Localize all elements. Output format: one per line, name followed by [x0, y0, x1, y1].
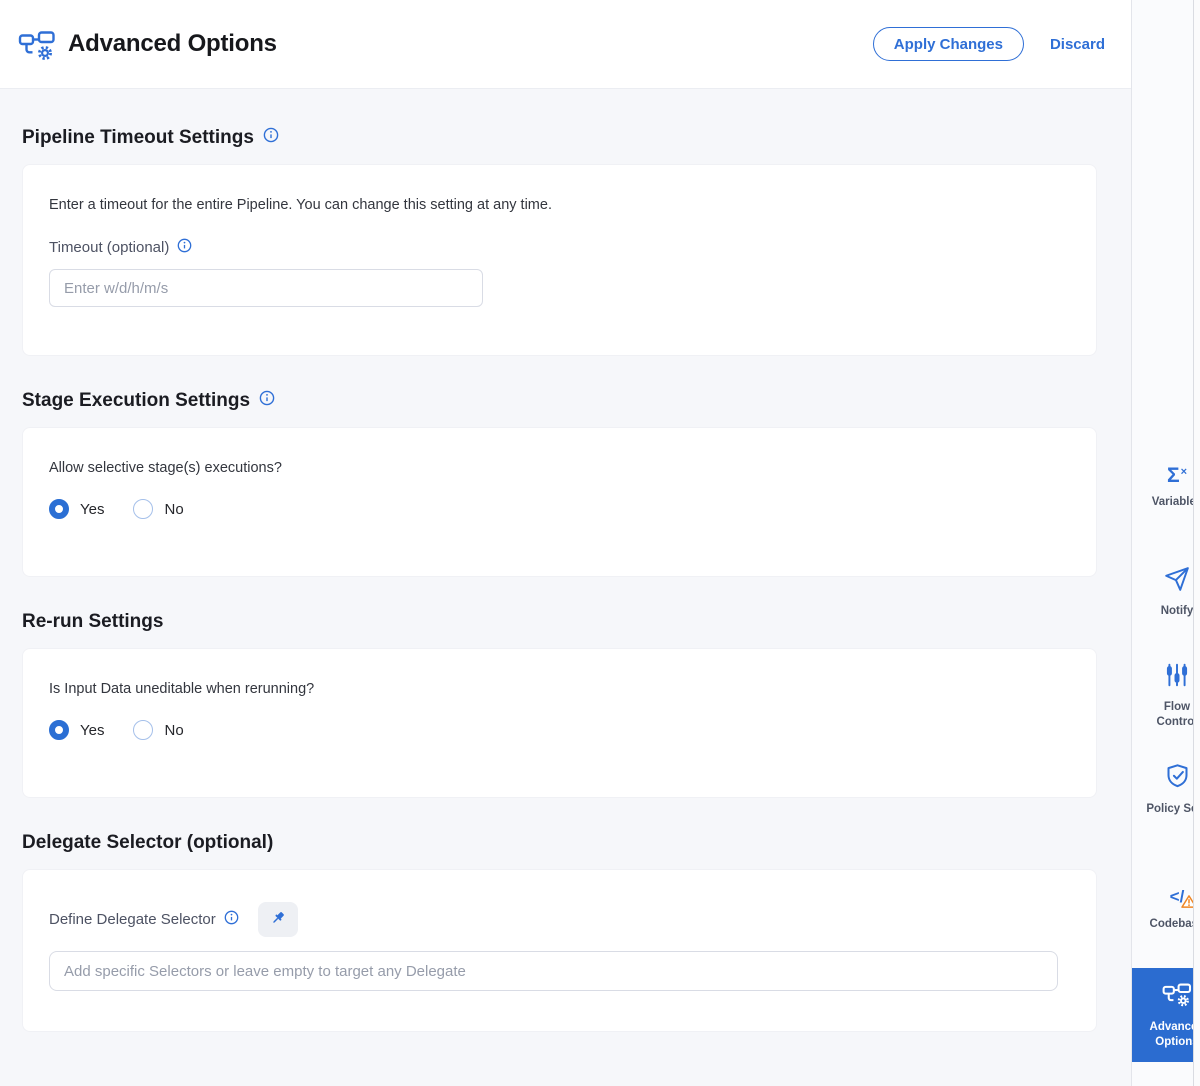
discard-button[interactable]: Discard: [1050, 36, 1105, 53]
info-icon[interactable]: [177, 238, 192, 257]
delegate-selector-input[interactable]: [49, 951, 1058, 991]
define-delegate-label: Define Delegate Selector: [49, 911, 216, 928]
pin-button[interactable]: [258, 902, 298, 937]
sidebar-item-advanced-options[interactable]: Advanced Options: [1132, 968, 1200, 1062]
rerun-radio-group: Yes No: [49, 720, 1070, 740]
radio-selected-icon[interactable]: [49, 720, 69, 740]
yes-label: Yes: [80, 501, 104, 518]
sidebar-item-label: Codebase: [1143, 917, 1200, 932]
rerun-question: Is Input Data uneditable when rerunning?: [49, 681, 1070, 697]
stage-execution-yes-option[interactable]: Yes: [49, 499, 104, 519]
radio-unselected-icon[interactable]: [133, 720, 153, 740]
rerun-heading-text: Re-run Settings: [22, 611, 163, 633]
sidebar-item-policy-sets[interactable]: Policy Sets: [1132, 762, 1200, 817]
stage-execution-radio-group: Yes No: [49, 499, 1070, 519]
stage-execution-heading-text: Stage Execution Settings: [22, 390, 250, 412]
timeout-label: Timeout (optional): [49, 239, 169, 256]
yes-label: Yes: [80, 722, 104, 739]
delegate-selector-card: Define Delegate Selector: [22, 869, 1097, 1032]
settings-content: Pipeline Timeout Settings Enter a timeou…: [0, 89, 1131, 1086]
info-icon[interactable]: [224, 910, 239, 929]
info-icon[interactable]: [263, 127, 279, 149]
sidebar-item-codebase[interactable]: </ Codebase: [1132, 884, 1200, 932]
sigma-x-icon: Σ×: [1167, 460, 1187, 488]
sidebar-item-variables[interactable]: Σ× Variables: [1132, 460, 1200, 510]
shield-check-icon: [1164, 762, 1191, 795]
panel-header: Advanced Options Apply Changes Discard: [0, 0, 1131, 89]
sidebar-item-notify[interactable]: Notify: [1132, 566, 1200, 619]
delegate-selector-heading: Delegate Selector (optional): [22, 832, 1097, 854]
advanced-options-panel: Advanced Options Apply Changes Discard P…: [0, 0, 1131, 1086]
no-label: No: [164, 501, 183, 518]
timeout-input[interactable]: [49, 269, 483, 307]
sidebar-item-label: Policy Sets: [1143, 802, 1200, 817]
right-edge-gutter: [1193, 0, 1200, 1086]
rerun-yes-option[interactable]: Yes: [49, 720, 104, 740]
sliders-icon: [1164, 662, 1190, 693]
sidebar-item-label: Variables: [1143, 495, 1200, 510]
no-label: No: [164, 722, 183, 739]
pin-icon: [269, 909, 287, 930]
rerun-no-option[interactable]: No: [133, 720, 183, 740]
pipeline-gear-icon: [18, 28, 56, 61]
rerun-card: Is Input Data uneditable when rerunning?…: [22, 648, 1097, 798]
stage-execution-no-option[interactable]: No: [133, 499, 183, 519]
sidebar-item-label: Advanced Options: [1143, 1020, 1200, 1050]
apply-changes-button[interactable]: Apply Changes: [873, 27, 1024, 61]
pipeline-timeout-card: Enter a timeout for the entire Pipeline.…: [22, 164, 1097, 356]
code-warning-icon: </: [1170, 884, 1185, 910]
info-icon[interactable]: [259, 390, 275, 412]
sidebar-item-label: Flow Control: [1143, 700, 1200, 730]
timeout-description: Enter a timeout for the entire Pipeline.…: [49, 197, 1070, 213]
stage-execution-card: Allow selective stage(s) executions? Yes…: [22, 427, 1097, 577]
rerun-heading: Re-run Settings: [22, 611, 1097, 633]
radio-selected-icon[interactable]: [49, 499, 69, 519]
right-nav-rail: Σ× Variables Notify Flow Control Policy …: [1131, 0, 1200, 1086]
sidebar-item-flow-control[interactable]: Flow Control: [1132, 662, 1200, 730]
page-title: Advanced Options: [68, 30, 277, 58]
pipeline-gear-icon: [1162, 981, 1192, 1012]
delegate-selector-heading-text: Delegate Selector (optional): [22, 832, 273, 854]
stage-execution-question: Allow selective stage(s) executions?: [49, 460, 1070, 476]
radio-unselected-icon[interactable]: [133, 499, 153, 519]
pipeline-timeout-heading-text: Pipeline Timeout Settings: [22, 127, 254, 149]
sidebar-item-label: Notify: [1143, 604, 1200, 619]
pipeline-timeout-heading: Pipeline Timeout Settings: [22, 127, 1097, 149]
paper-plane-icon: [1164, 566, 1190, 597]
stage-execution-heading: Stage Execution Settings: [22, 390, 1097, 412]
